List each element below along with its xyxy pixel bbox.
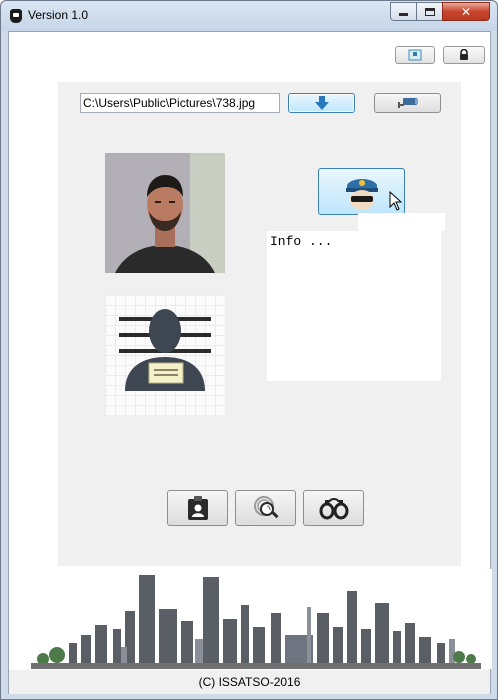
close-button[interactable]: ✕ [442,2,490,21]
suspect-photo-image [105,153,225,273]
mugshot-silhouette-icon [119,309,211,391]
title-bar[interactable]: Version 1.0 ✕ [1,1,497,31]
mugshot-placeholder [105,295,225,415]
close-icon: ✕ [460,4,472,19]
lock-button[interactable] [443,46,485,64]
id-card-icon [408,49,422,61]
id-badge-icon [187,496,208,520]
footer-copyright: (C) ISSATSO-2016 [9,670,490,694]
id-card-button[interactable] [395,46,435,64]
info-panel: Info ... [267,231,441,381]
download-arrow-icon [314,96,329,110]
fingerprint-search-icon [253,496,279,519]
handcuffs-icon [319,498,348,520]
handcuffs-button[interactable] [303,490,364,526]
main-panel: Info ... [58,82,461,566]
app-shield-icon [10,9,22,23]
camera-button[interactable] [374,93,441,113]
suspect-photo [105,153,225,273]
info-text: Info ... [270,234,333,249]
id-badge-button[interactable] [167,490,228,526]
minimize-icon [399,13,408,16]
download-button[interactable] [288,93,355,113]
minimize-button[interactable] [390,2,417,21]
fingerprint-search-button[interactable] [235,490,296,526]
maximize-button[interactable] [416,2,443,21]
police-officer-icon [345,178,378,210]
app-window: Version 1.0 ✕ C:\Users\Public\Pictures\7… [0,0,498,700]
info-header-strip [358,213,445,231]
lock-icon [460,49,468,60]
police-button[interactable] [318,168,405,215]
client-area: Info ... [8,31,492,694]
window-title: Version 1.0 [28,8,89,22]
maximize-icon [424,7,435,16]
city-skyline-image [9,569,492,669]
mouse-cursor-icon [389,191,403,211]
security-camera-icon [397,98,418,108]
image-path-input[interactable] [80,93,280,113]
